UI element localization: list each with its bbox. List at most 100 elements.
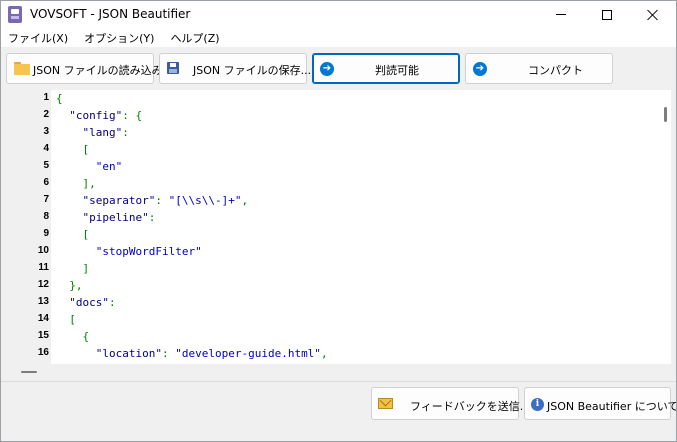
line-number: 1 — [43, 92, 49, 103]
code-text: { — [56, 330, 90, 343]
line-number: 3 — [43, 126, 49, 137]
open-json-button[interactable]: JSON ファイルの読み込み... — [6, 53, 173, 84]
code-line: 1{ — [4, 90, 659, 107]
line-number: 8 — [43, 211, 49, 222]
horizontal-scrollbar[interactable] — [4, 364, 671, 380]
code-text: "pipeline": — [56, 211, 156, 224]
code-text: }, — [56, 279, 82, 292]
code-token: { — [56, 92, 63, 105]
code-line: 13 "docs": — [4, 294, 659, 311]
line-number: 5 — [43, 160, 49, 171]
code-token: [ — [69, 313, 76, 326]
beautify-button[interactable]: ➔ 判読可能 — [312, 53, 460, 84]
send-feedback-label: フィードバックを送信... — [410, 400, 531, 413]
envelope-icon — [378, 398, 393, 409]
code-text: "config": { — [56, 109, 142, 122]
code-token: , — [320, 347, 328, 360]
code-token: [ — [82, 228, 90, 241]
maximize-button[interactable] — [584, 1, 630, 28]
menu-help[interactable]: ヘルプ(Z) — [162, 28, 227, 47]
minimize-icon — [556, 14, 566, 15]
folder-icon — [14, 62, 30, 75]
code-token: "config" — [69, 109, 123, 122]
code-line: 15 { — [4, 328, 659, 345]
code-token: "location" — [95, 347, 162, 360]
menu-options[interactable]: オプション(Y) — [76, 28, 162, 47]
save-json-button[interactable]: JSON ファイルの保存... — [159, 53, 311, 84]
code-text: [ — [56, 228, 90, 241]
compact-button[interactable]: ➔ コンパクト — [465, 53, 613, 84]
line-number: 7 — [43, 194, 49, 205]
code-text: "lang": — [56, 126, 129, 139]
about-button[interactable]: i JSON Beautifier について... — [524, 387, 676, 420]
code-token: : { — [122, 109, 143, 122]
code-text: { — [56, 92, 63, 105]
code-line: 8 "pipeline": — [4, 209, 659, 226]
about-label: JSON Beautifier について... — [547, 400, 677, 413]
menu-file[interactable]: ファイル(X) — [1, 28, 76, 47]
code-token: "[\\s\\-]+" — [168, 194, 242, 207]
horizontal-scroll-thumb[interactable] — [21, 371, 37, 373]
line-number: 6 — [43, 177, 49, 188]
code-token: "en" — [95, 160, 123, 173]
beautify-label: 判読可能 — [375, 64, 419, 77]
info-icon: i — [531, 398, 544, 411]
code-token: : — [122, 126, 129, 139]
close-button[interactable] — [630, 1, 676, 28]
compact-label: コンパクト — [528, 64, 583, 77]
bottom-bar: フィードバックを送信... i JSON Beautifier について... — [1, 381, 676, 441]
code-token: ] — [82, 262, 90, 275]
line-number: 2 — [43, 109, 49, 120]
code-token: "separator" — [82, 194, 156, 207]
code-line: 6 ], — [4, 175, 659, 192]
title-bar[interactable]: VOVSOFT - JSON Beautifier — [1, 1, 676, 28]
app-icon — [8, 6, 22, 23]
arrow-right-icon: ➔ — [473, 62, 487, 76]
code-text: "separator": "[\\s\\-]+", — [56, 194, 249, 207]
save-json-label: JSON ファイルの保存... — [193, 64, 312, 77]
code-token: ], — [82, 177, 96, 190]
line-number: 11 — [38, 262, 49, 273]
code-line: 2 "config": { — [4, 107, 659, 124]
code-token: { — [82, 330, 90, 343]
code-line: 5 "en" — [4, 158, 659, 175]
vertical-scroll-thumb[interactable] — [664, 107, 667, 122]
send-feedback-button[interactable]: フィードバックを送信... — [371, 387, 530, 420]
code-text: "en" — [56, 160, 123, 173]
code-line: 11 ] — [4, 260, 659, 277]
code-token: : — [148, 211, 156, 224]
code-token: : — [109, 296, 116, 309]
code-line: 10 "stopWordFilter" — [4, 243, 659, 260]
code-token: , — [241, 194, 249, 207]
open-json-label: JSON ファイルの読み込み... — [33, 64, 174, 77]
menu-bar: ファイル(X) オプション(Y) ヘルプ(Z) — [1, 28, 676, 47]
line-number: 4 — [43, 143, 49, 154]
code-text: ] — [56, 262, 90, 275]
minimize-button[interactable] — [538, 1, 584, 28]
code-text: [ — [56, 143, 90, 156]
code-token: "stopWordFilter" — [95, 245, 202, 258]
code-token: [ — [82, 143, 90, 156]
code-line: 7 "separator": "[\\s\\-]+", — [4, 192, 659, 209]
vertical-scrollbar[interactable] — [659, 90, 671, 364]
toolbar: JSON ファイルの読み込み... JSON ファイルの保存... ➔ 判読可能… — [1, 47, 676, 89]
code-token: "developer-guide.html" — [175, 347, 321, 360]
code-text: "docs": — [56, 296, 116, 309]
code-text: "stopWordFilter" — [56, 245, 202, 258]
line-number: 15 — [37, 330, 49, 341]
code-text: ], — [56, 177, 96, 190]
line-number: 13 — [37, 296, 49, 307]
line-number: 9 — [43, 228, 49, 239]
window-title: VOVSOFT - JSON Beautifier — [30, 7, 191, 21]
code-text: "location": "developer-guide.html", — [56, 347, 328, 360]
json-editor[interactable]: 1{2 "config": {3 "lang": 4 [5 "en" 6 ], 7 "… — [4, 90, 671, 364]
